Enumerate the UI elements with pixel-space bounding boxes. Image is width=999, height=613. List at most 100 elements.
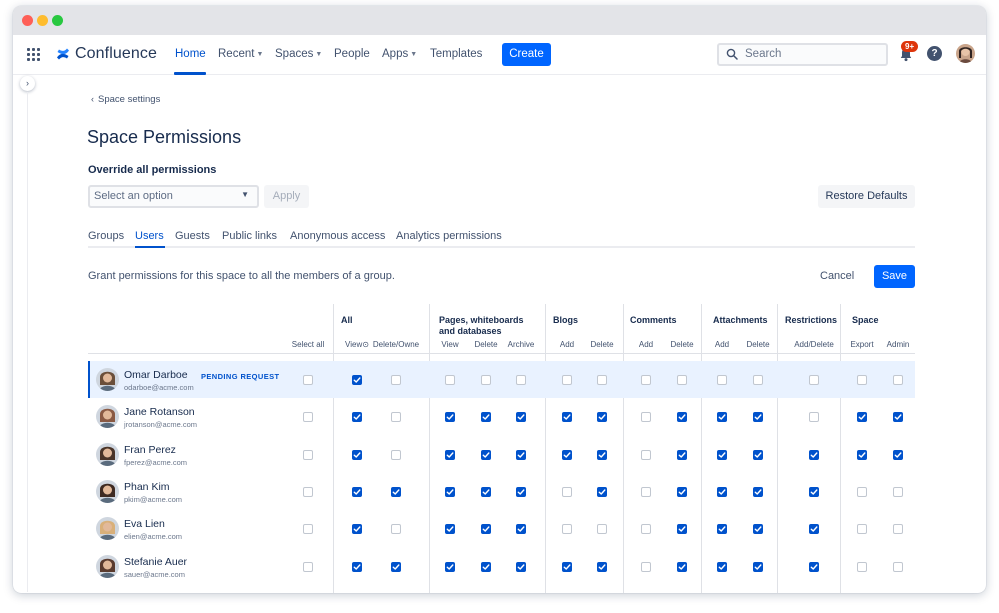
cancel-button[interactable]: Cancel — [820, 270, 854, 282]
permission-checkbox[interactable] — [753, 486, 763, 497]
permission-checkbox[interactable] — [857, 375, 867, 385]
permission-checkbox[interactable] — [516, 524, 526, 535]
close-window-button[interactable] — [22, 15, 33, 26]
override-select[interactable]: Select an option ▼ — [88, 185, 259, 208]
permission-checkbox[interactable] — [516, 561, 526, 572]
permission-checkbox[interactable] — [893, 449, 903, 460]
permission-checkbox[interactable] — [857, 524, 867, 535]
permission-checkbox[interactable] — [562, 375, 572, 385]
nav-item-apps[interactable]: Apps ▼ — [382, 48, 417, 60]
permission-checkbox[interactable] — [481, 449, 491, 460]
permission-checkbox[interactable] — [717, 561, 727, 572]
permission-checkbox[interactable] — [352, 486, 362, 497]
select-all-checkbox[interactable] — [303, 375, 313, 385]
permission-checkbox[interactable] — [753, 412, 763, 423]
permission-checkbox[interactable] — [753, 524, 763, 535]
permission-checkbox[interactable] — [445, 449, 455, 460]
tab-anonymous-access[interactable]: Anonymous access — [290, 230, 385, 242]
permission-checkbox[interactable] — [352, 412, 362, 423]
permission-checkbox[interactable] — [641, 449, 651, 460]
select-all-checkbox[interactable] — [303, 561, 313, 572]
chevron-right-icon[interactable]: › — [20, 76, 35, 91]
permission-checkbox[interactable] — [641, 486, 651, 497]
permission-checkbox[interactable] — [516, 412, 526, 423]
tab-public-links[interactable]: Public links — [222, 230, 277, 242]
permission-checkbox[interactable] — [391, 449, 401, 460]
permission-checkbox[interactable] — [857, 449, 867, 460]
permission-checkbox[interactable] — [481, 524, 491, 535]
select-all-checkbox[interactable] — [303, 412, 313, 423]
permission-checkbox[interactable] — [445, 524, 455, 535]
save-button[interactable]: Save — [874, 265, 915, 288]
permission-checkbox[interactable] — [677, 412, 687, 423]
permission-checkbox[interactable] — [641, 375, 651, 385]
permission-checkbox[interactable] — [857, 561, 867, 572]
permission-checkbox[interactable] — [562, 561, 572, 572]
permission-checkbox[interactable] — [445, 561, 455, 572]
permission-checkbox[interactable] — [893, 561, 903, 572]
permission-checkbox[interactable] — [641, 412, 651, 423]
permission-checkbox[interactable] — [641, 524, 651, 535]
permission-checkbox[interactable] — [717, 524, 727, 535]
permission-checkbox[interactable] — [857, 486, 867, 497]
permission-checkbox[interactable] — [677, 486, 687, 497]
grid-icon[interactable] — [27, 48, 40, 61]
permission-checkbox[interactable] — [352, 449, 362, 460]
permission-checkbox[interactable] — [562, 486, 572, 497]
permission-checkbox[interactable] — [717, 412, 727, 423]
select-all-checkbox[interactable] — [303, 524, 313, 535]
permission-checkbox[interactable] — [857, 412, 867, 423]
nav-item-templates[interactable]: Templates — [430, 48, 482, 60]
permission-checkbox[interactable] — [677, 524, 687, 535]
nav-item-people[interactable]: People — [334, 48, 370, 60]
create-button[interactable]: Create — [502, 43, 551, 66]
permission-checkbox[interactable] — [481, 486, 491, 497]
permission-checkbox[interactable] — [445, 375, 455, 385]
permission-checkbox[interactable] — [597, 449, 607, 460]
tab-analytics-permissions[interactable]: Analytics permissions — [396, 230, 502, 242]
permission-checkbox[interactable] — [753, 375, 763, 385]
permission-checkbox[interactable] — [717, 486, 727, 497]
search-input[interactable]: Search — [717, 43, 888, 66]
confluence-logo[interactable]: Confluence — [56, 45, 157, 63]
permission-checkbox[interactable] — [391, 412, 401, 423]
permission-checkbox[interactable] — [597, 486, 607, 497]
permission-checkbox[interactable] — [809, 561, 819, 572]
back-link[interactable]: ‹ Space settings — [91, 94, 160, 105]
permission-checkbox[interactable] — [391, 561, 401, 572]
permission-checkbox[interactable] — [809, 486, 819, 497]
avatar[interactable] — [956, 44, 975, 63]
nav-item-home[interactable]: Home — [175, 48, 206, 60]
permission-checkbox[interactable] — [445, 412, 455, 423]
permission-checkbox[interactable] — [516, 486, 526, 497]
permission-checkbox[interactable] — [391, 486, 401, 497]
permission-checkbox[interactable] — [352, 524, 362, 535]
permission-checkbox[interactable] — [481, 561, 491, 572]
permission-checkbox[interactable] — [445, 486, 455, 497]
restore-defaults-button[interactable]: Restore Defaults — [818, 185, 915, 208]
permission-checkbox[interactable] — [809, 412, 819, 423]
permission-checkbox[interactable] — [597, 375, 607, 385]
select-all-checkbox[interactable] — [303, 486, 313, 497]
permission-checkbox[interactable] — [562, 449, 572, 460]
permission-checkbox[interactable] — [677, 375, 687, 385]
permission-checkbox[interactable] — [717, 375, 727, 385]
permission-checkbox[interactable] — [893, 524, 903, 535]
permission-checkbox[interactable] — [562, 412, 572, 423]
permission-checkbox[interactable] — [809, 375, 819, 385]
nav-item-spaces[interactable]: Spaces ▼ — [275, 48, 322, 60]
permission-checkbox[interactable] — [677, 561, 687, 572]
permission-checkbox[interactable] — [809, 524, 819, 535]
permission-checkbox[interactable] — [516, 449, 526, 460]
permission-checkbox[interactable] — [597, 412, 607, 423]
permission-checkbox[interactable] — [352, 375, 362, 385]
permission-checkbox[interactable] — [893, 412, 903, 423]
apply-button[interactable]: Apply — [264, 185, 309, 208]
permission-checkbox[interactable] — [597, 524, 607, 535]
permission-checkbox[interactable] — [753, 449, 763, 460]
permission-checkbox[interactable] — [391, 375, 401, 385]
minimize-window-button[interactable] — [37, 15, 48, 26]
maximize-window-button[interactable] — [52, 15, 63, 26]
permission-checkbox[interactable] — [352, 561, 362, 572]
permission-checkbox[interactable] — [717, 449, 727, 460]
